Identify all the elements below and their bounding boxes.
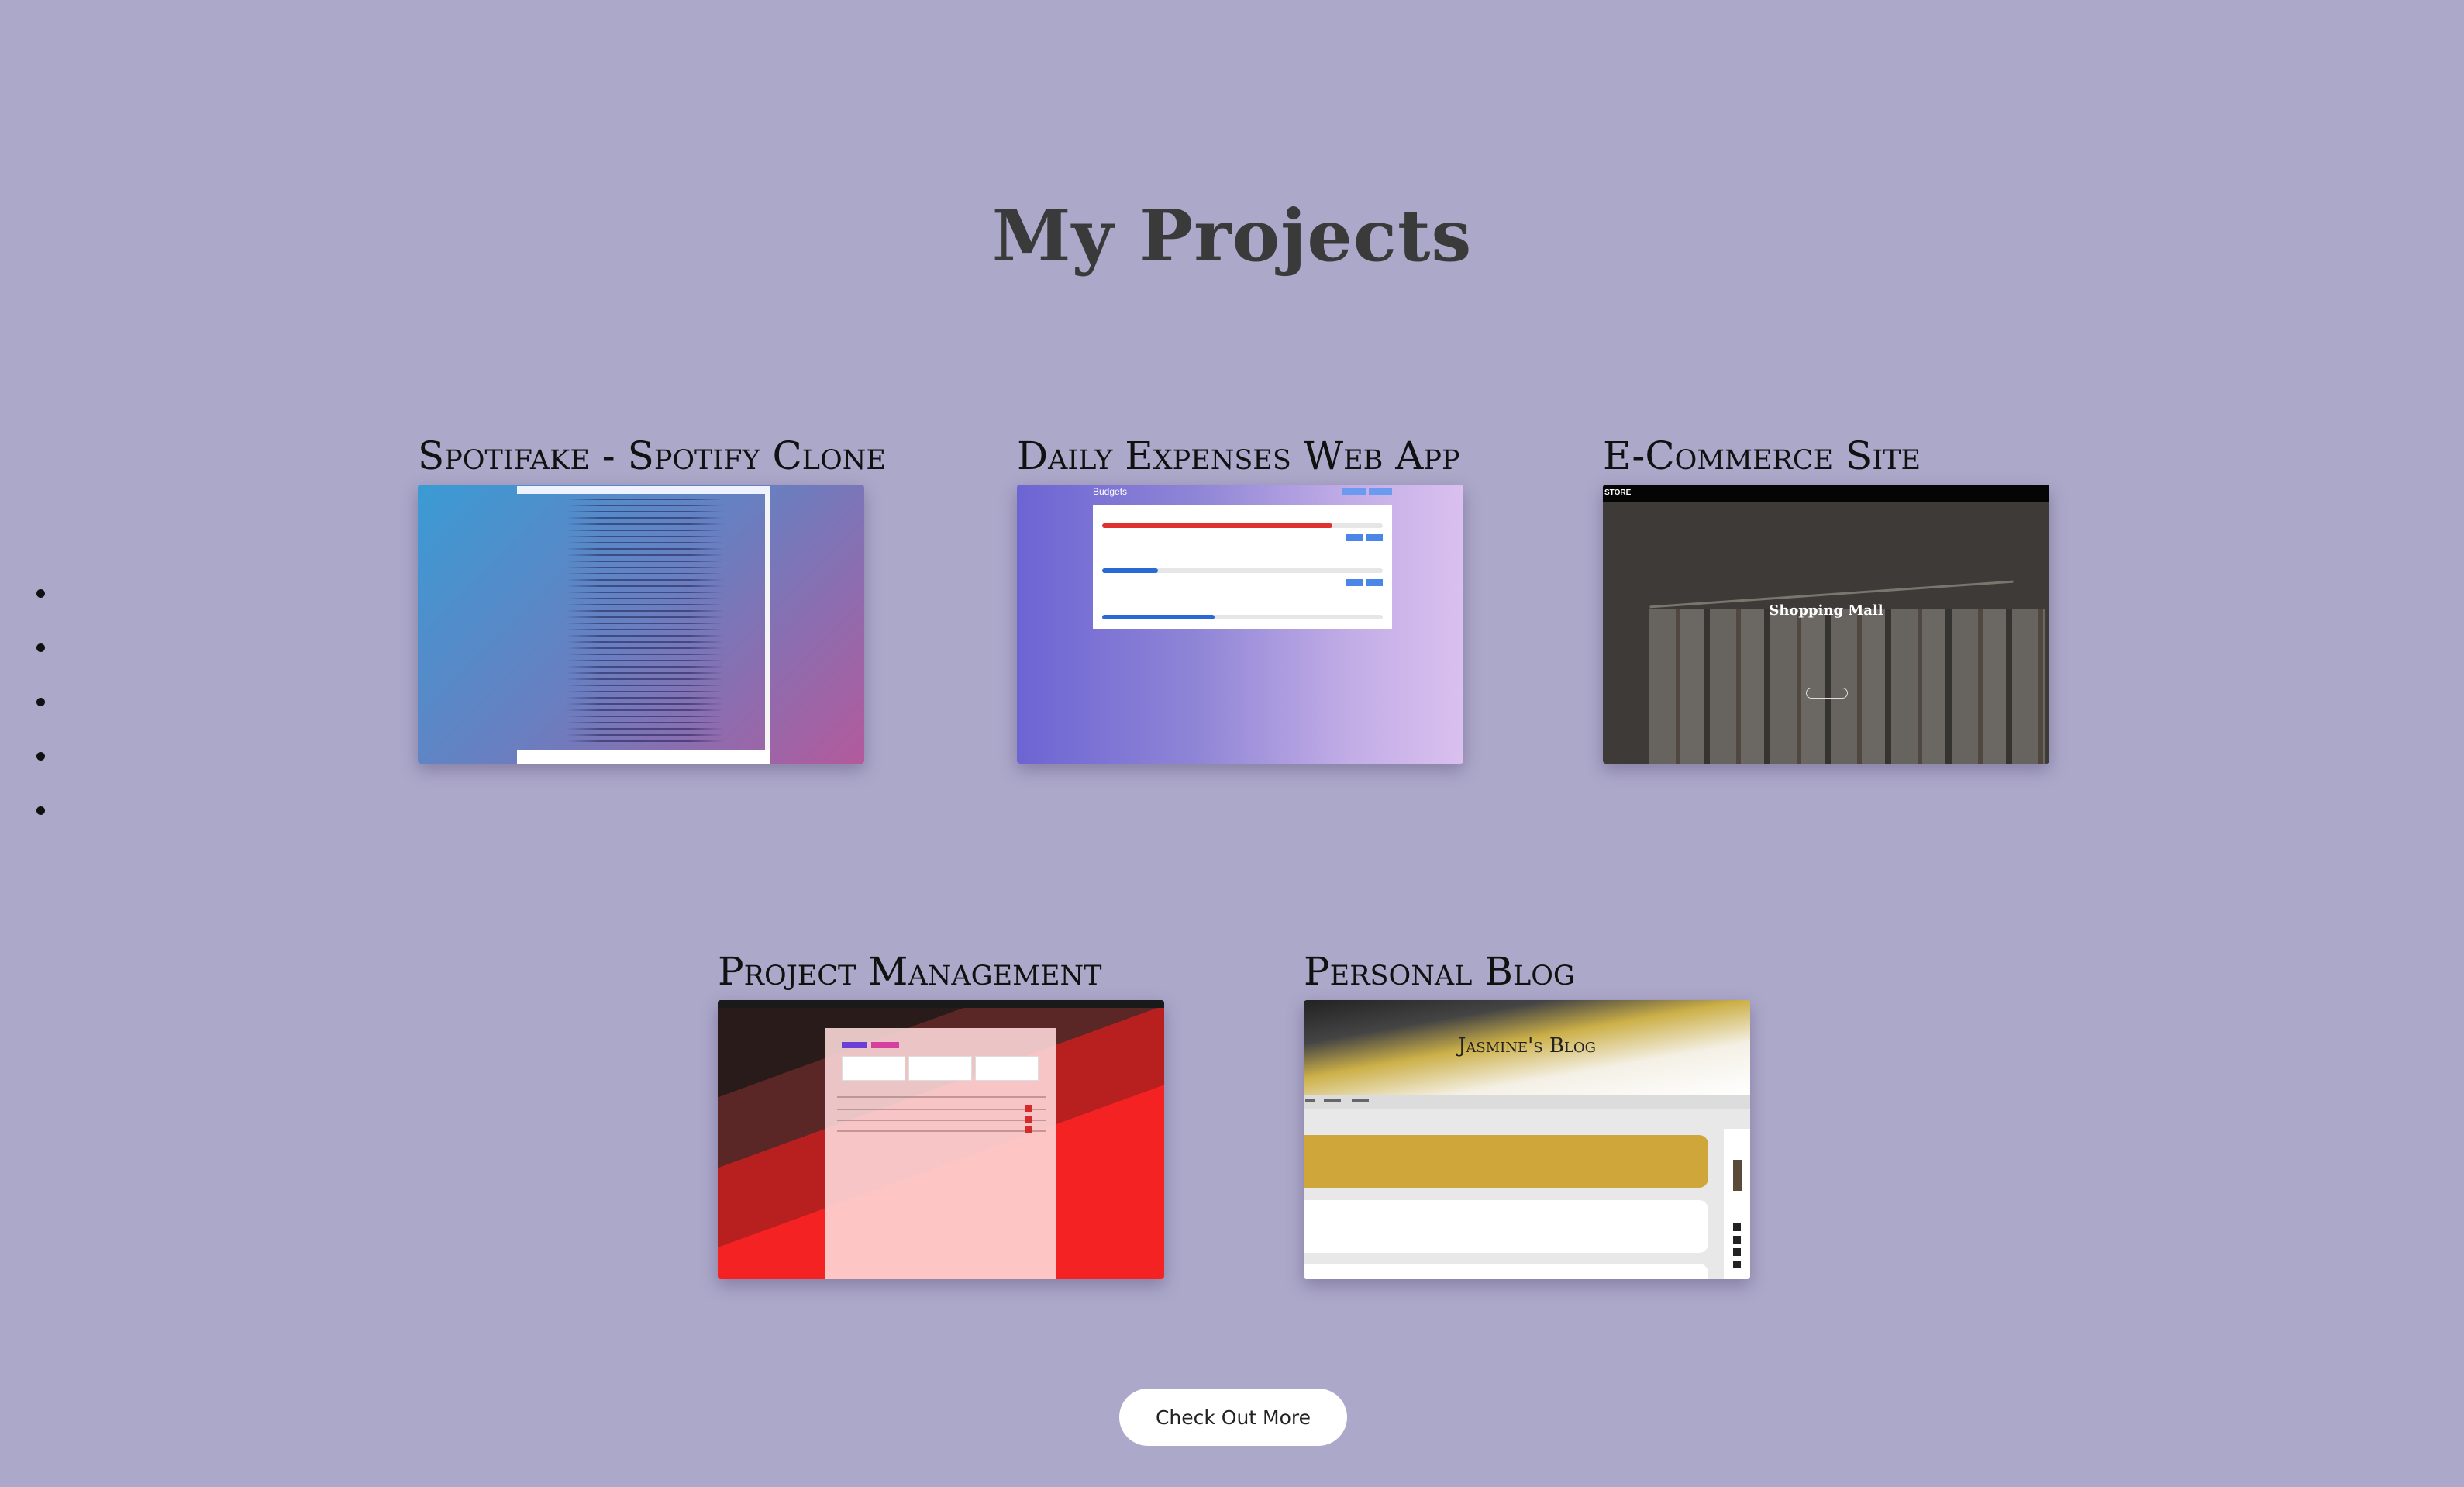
project-thumbnail[interactable]: STORE Shopping Mall [1603,485,2049,764]
side-nav-item[interactable] [36,643,45,652]
thumbnail-feature-card [1304,1200,1708,1253]
thumbnail-hero-button [1806,688,1848,699]
thumbnail-lyrics-text [532,499,757,747]
thumbnail-nav: STORE [1603,485,2049,502]
thumbnail-board [825,1028,1056,1279]
project-card-daily-expenses[interactable]: Daily Expenses Web App Budgets [1017,431,1463,764]
project-thumbnail[interactable] [718,1000,1164,1279]
thumbnail-hero-title: Jasmine's Blog [1457,1034,1597,1057]
side-nav-list [36,589,45,861]
project-title: Daily Expenses Web App [1017,433,1460,478]
thumbnail-player-bar [517,750,770,764]
project-title: Spotifake - Spotify Clone [418,433,886,478]
side-nav-item[interactable] [36,698,45,706]
thumbnail-topbar [718,1000,1164,1008]
thumbnail-feature-card [1304,1135,1708,1188]
project-title: E-Commerce Site [1603,433,1921,478]
thumbnail-lyrics-panel [517,485,770,764]
thumbnail-scrollbar [765,494,770,754]
side-nav-item[interactable] [36,806,45,815]
thumbnail-header-buttons [1342,488,1392,495]
thumbnail-search-bar [517,486,770,494]
project-thumbnail[interactable]: Jasmine's Blog [1304,1000,1750,1279]
project-card-ecommerce[interactable]: E-Commerce Site STORE Shopping Mall [1603,431,2049,764]
project-card-spotifake[interactable]: Spotifake - Spotify Clone [418,431,886,764]
thumbnail-header: Budgets [1093,486,1128,497]
side-nav-item[interactable] [36,752,45,761]
thumbnail-feature-card [1304,1264,1708,1279]
project-thumbnail[interactable] [418,485,864,764]
project-card-personal-blog[interactable]: Personal Blog Jasmine's Blog [1304,947,1750,1279]
project-title: Project Management [718,949,1102,994]
thumbnail-budget-card [1093,505,1392,629]
project-card-project-management[interactable]: Project Management [718,947,1164,1279]
thumbnail-menu [1304,1095,1750,1109]
thumbnail-hero-title: Shopping Mall [1769,602,1883,619]
project-thumbnail[interactable]: Budgets [1017,485,1463,764]
page-title: My Projects [991,193,1473,278]
check-out-more-button[interactable]: Check Out More [1119,1389,1347,1446]
side-nav-item[interactable] [36,589,45,598]
thumbnail-sidebar [1724,1129,1750,1279]
project-title: Personal Blog [1304,949,1575,994]
